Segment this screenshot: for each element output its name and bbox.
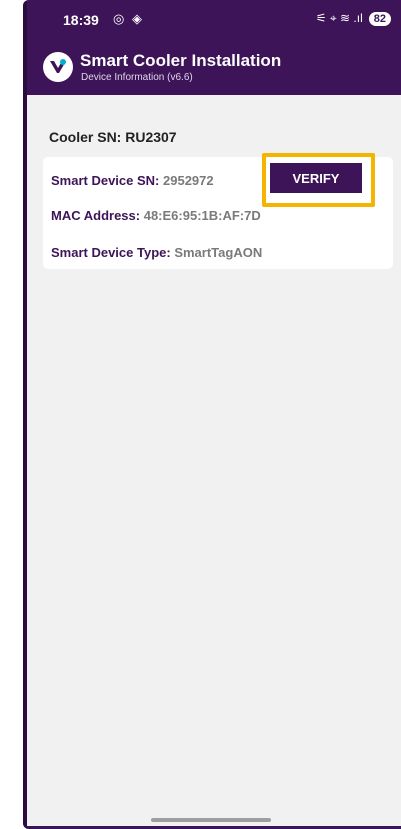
smart-device-type-value: SmartTagAON: [174, 245, 263, 260]
home-indicator[interactable]: [151, 818, 271, 822]
brand-logo-icon: [43, 52, 73, 82]
status-left-icons: ◎ ◈: [113, 11, 144, 26]
app-subtitle: Device Information (v6.6): [81, 72, 193, 83]
status-right-icons: ⚟ ⌖ ≋ .ıl 82: [316, 11, 391, 26]
app-bar: Smart Cooler Installation Device Informa…: [23, 40, 401, 95]
signal-wifi-icons: ⚟ ⌖ ≋ .ıl: [315, 11, 363, 25]
smart-device-sn-value: 2952972: [163, 173, 214, 188]
status-time: 18:39: [63, 12, 99, 28]
smart-device-type-label: Smart Device Type:: [51, 245, 171, 260]
phone-frame: 18:39 ◎ ◈ ⚟ ⌖ ≋ .ıl 82 Smart Cooler Inst…: [23, 0, 401, 829]
smart-device-type-row: Smart Device Type: SmartTagAON: [51, 245, 262, 260]
smart-device-sn-row: Smart Device SN: 2952972: [51, 173, 214, 188]
battery-icon: 82: [368, 11, 391, 26]
cooler-sn: Cooler SN: RU2307: [49, 129, 177, 145]
mac-address-value: 48:E6:95:1B:AF:7D: [143, 208, 261, 223]
verify-button[interactable]: VERIFY: [270, 163, 362, 193]
smart-device-sn-label: Smart Device SN:: [51, 173, 160, 188]
app-title: Smart Cooler Installation: [80, 51, 282, 70]
mac-address-row: MAC Address: 48:E6:95:1B:AF:7D: [51, 208, 261, 223]
status-bar: 18:39 ◎ ◈ ⚟ ⌖ ≋ .ıl 82: [23, 0, 401, 40]
mac-address-label: MAC Address:: [51, 208, 141, 223]
